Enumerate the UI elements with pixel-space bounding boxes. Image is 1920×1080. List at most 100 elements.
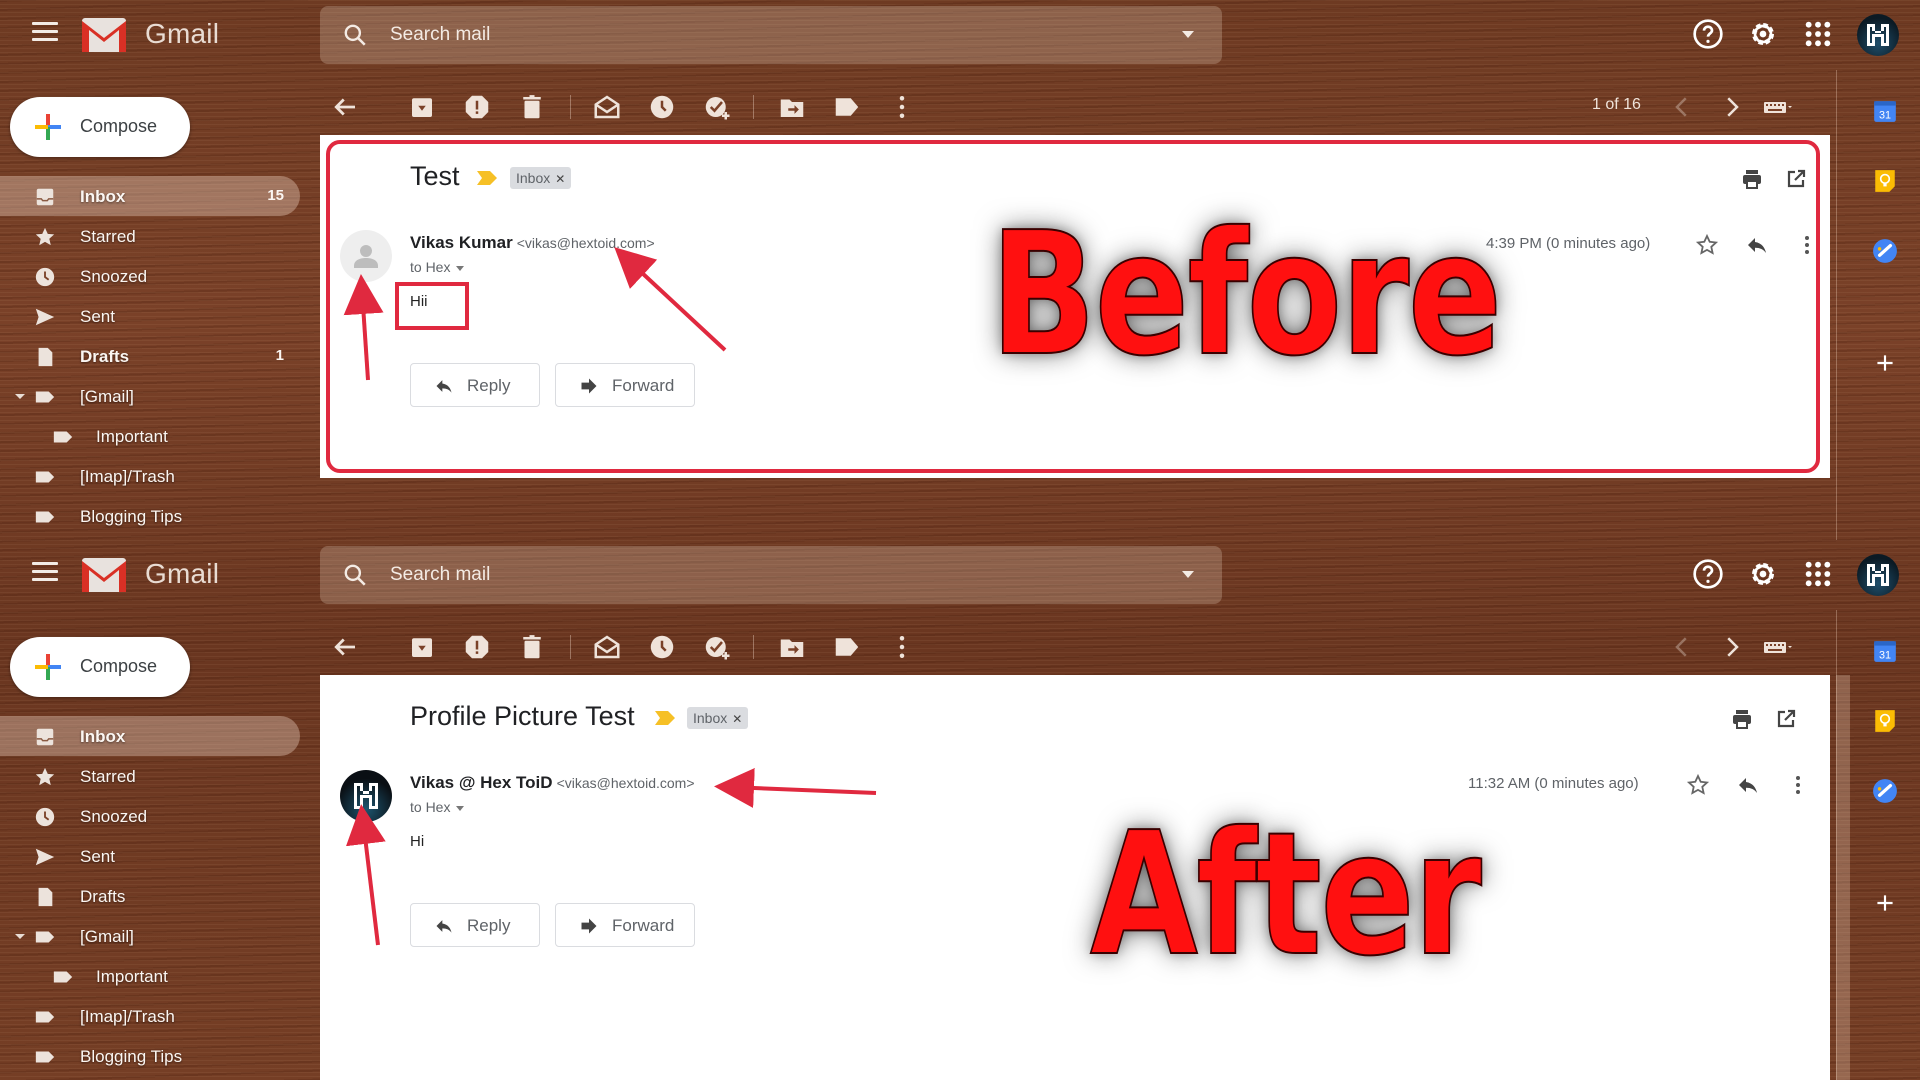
sidebar-item-drafts[interactable]: Drafts xyxy=(0,876,300,916)
sidebar-item-snoozed[interactable]: Snoozed xyxy=(0,256,300,296)
search-options-dropdown-icon[interactable] xyxy=(1182,31,1194,38)
importance-marker-icon[interactable] xyxy=(655,711,675,725)
archive-icon[interactable] xyxy=(407,632,437,662)
print-icon[interactable] xyxy=(1740,167,1764,191)
search-icon[interactable] xyxy=(342,22,368,48)
sidebar-item-inbox[interactable]: Inbox 15 xyxy=(0,176,300,216)
remove-label-icon[interactable]: ✕ xyxy=(555,172,565,186)
account-avatar[interactable] xyxy=(1857,554,1899,596)
sidebar-item-starred[interactable]: Starred xyxy=(0,756,300,796)
sender-avatar-hextoid-logo[interactable] xyxy=(340,770,392,822)
recipient-line[interactable]: to Hex xyxy=(410,799,465,815)
help-icon[interactable] xyxy=(1692,18,1724,50)
sidebar-item-important[interactable]: Important xyxy=(0,416,300,456)
delete-trash-icon[interactable] xyxy=(517,632,547,662)
message-more-options-icon[interactable] xyxy=(1786,773,1810,797)
star-icon[interactable] xyxy=(1695,233,1719,257)
reply-icon[interactable] xyxy=(1736,773,1760,797)
google-apps-icon[interactable] xyxy=(1802,558,1834,590)
sidebar-item-imap-trash[interactable]: [Imap]/Trash xyxy=(0,456,300,496)
sidebar-item-imap-trash[interactable]: [Imap]/Trash xyxy=(0,996,300,1036)
google-calendar-icon[interactable]: 31 xyxy=(1872,98,1898,124)
label-tag-icon[interactable] xyxy=(832,632,862,662)
newer-chevron-left-icon[interactable] xyxy=(1667,632,1697,662)
sidebar-item-gmail[interactable]: [Gmail] xyxy=(0,376,300,416)
sidebar-item-blogging-tips[interactable]: Blogging Tips xyxy=(0,1036,300,1076)
mark-unread-icon[interactable] xyxy=(592,632,622,662)
compose-button[interactable]: Compose xyxy=(10,97,190,157)
google-keep-icon[interactable] xyxy=(1872,708,1898,734)
report-spam-icon[interactable] xyxy=(462,92,492,122)
report-spam-icon[interactable] xyxy=(462,632,492,662)
get-addons-plus-icon[interactable] xyxy=(1872,350,1898,376)
move-to-folder-icon[interactable] xyxy=(777,632,807,662)
open-new-window-icon[interactable] xyxy=(1774,707,1798,731)
reply-button[interactable]: Reply xyxy=(410,363,540,407)
reply-icon[interactable] xyxy=(1745,233,1769,257)
google-calendar-icon[interactable]: 31 xyxy=(1872,638,1898,664)
search-input[interactable]: Search mail xyxy=(390,24,490,46)
label-tag-icon[interactable] xyxy=(832,92,862,122)
print-icon[interactable] xyxy=(1730,707,1754,731)
older-chevron-right-icon[interactable] xyxy=(1717,92,1747,122)
search-bar[interactable]: Search mail xyxy=(320,546,1222,604)
more-options-icon[interactable] xyxy=(887,92,917,122)
sidebar-item-snoozed[interactable]: Snoozed xyxy=(0,796,300,836)
sidebar-item-blogging-tips[interactable]: Blogging Tips xyxy=(0,496,300,536)
settings-gear-icon[interactable] xyxy=(1747,558,1779,590)
reply-button[interactable]: Reply xyxy=(410,903,540,947)
archive-icon[interactable] xyxy=(407,92,437,122)
email-scrollbar[interactable] xyxy=(1836,675,1850,1080)
delete-trash-icon[interactable] xyxy=(517,92,547,122)
sidebar-item-important[interactable]: Important xyxy=(0,956,300,996)
sidebar-item-starred[interactable]: Starred xyxy=(0,216,300,256)
keyboard-input-icon[interactable] xyxy=(1762,632,1792,662)
google-keep-icon[interactable] xyxy=(1872,168,1898,194)
sidebar-item-drafts[interactable]: Drafts 1 xyxy=(0,336,300,376)
importance-marker-icon[interactable] xyxy=(477,171,497,185)
keyboard-input-icon[interactable] xyxy=(1762,92,1792,122)
add-to-tasks-icon[interactable] xyxy=(702,632,732,662)
move-to-folder-icon[interactable] xyxy=(777,92,807,122)
snooze-clock-icon[interactable] xyxy=(647,632,677,662)
back-arrow-icon[interactable] xyxy=(330,92,360,122)
snooze-clock-icon[interactable] xyxy=(647,92,677,122)
remove-label-icon[interactable]: ✕ xyxy=(732,712,742,726)
main-menu-button[interactable] xyxy=(32,22,58,44)
account-avatar[interactable] xyxy=(1857,14,1899,56)
search-icon[interactable] xyxy=(342,562,368,588)
search-options-dropdown-icon[interactable] xyxy=(1182,571,1194,578)
mark-unread-icon[interactable] xyxy=(592,92,622,122)
forward-button[interactable]: Forward xyxy=(555,363,695,407)
newer-chevron-left-icon[interactable] xyxy=(1667,92,1697,122)
get-addons-plus-icon[interactable] xyxy=(1872,890,1898,916)
main-menu-button[interactable] xyxy=(32,562,58,584)
recipient-line[interactable]: to Hex xyxy=(410,259,465,275)
back-arrow-icon[interactable] xyxy=(330,632,360,662)
sidebar-item-gmail[interactable]: [Gmail] xyxy=(0,916,300,956)
older-chevron-right-icon[interactable] xyxy=(1717,632,1747,662)
show-details-caret-icon[interactable] xyxy=(456,265,465,271)
google-tasks-icon[interactable] xyxy=(1872,238,1898,264)
more-options-icon[interactable] xyxy=(887,632,917,662)
compose-button[interactable]: Compose xyxy=(10,637,190,697)
google-apps-icon[interactable] xyxy=(1802,18,1834,50)
expand-caret-icon[interactable] xyxy=(15,934,25,939)
svg-text:31: 31 xyxy=(1879,650,1891,662)
message-more-options-icon[interactable] xyxy=(1795,233,1819,257)
star-icon[interactable] xyxy=(1686,773,1710,797)
sidebar-item-sent[interactable]: Sent xyxy=(0,836,300,876)
search-bar[interactable]: Search mail xyxy=(320,6,1222,64)
search-input[interactable]: Search mail xyxy=(390,564,490,586)
add-to-tasks-icon[interactable] xyxy=(702,92,732,122)
open-new-window-icon[interactable] xyxy=(1784,167,1808,191)
show-details-caret-icon[interactable] xyxy=(456,805,465,811)
settings-gear-icon[interactable] xyxy=(1747,18,1779,50)
forward-button[interactable]: Forward xyxy=(555,903,695,947)
sidebar-item-sent[interactable]: Sent xyxy=(0,296,300,336)
sender-avatar-default[interactable] xyxy=(340,230,392,282)
google-tasks-icon[interactable] xyxy=(1872,778,1898,804)
sidebar-item-inbox[interactable]: Inbox xyxy=(0,716,300,756)
expand-caret-icon[interactable] xyxy=(15,394,25,399)
help-icon[interactable] xyxy=(1692,558,1724,590)
